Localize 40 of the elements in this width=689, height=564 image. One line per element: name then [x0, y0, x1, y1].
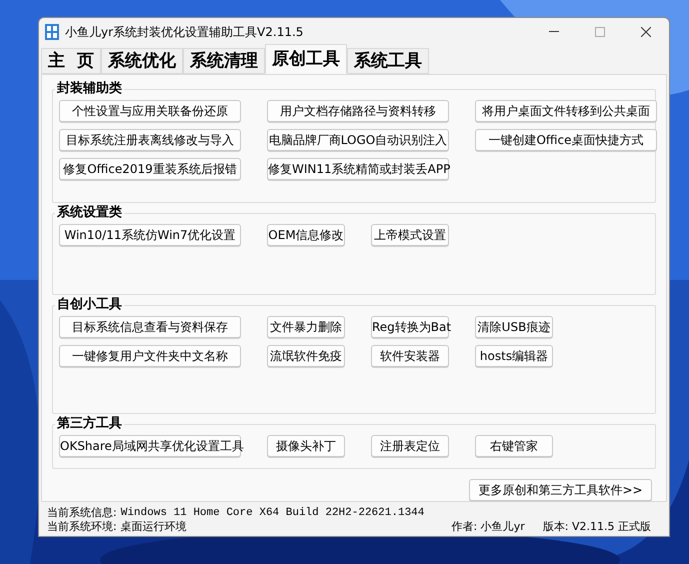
- tab[interactable]: 原创工具: [264, 44, 347, 74]
- close-icon: [641, 27, 651, 37]
- tool-button[interactable]: Reg转换为Bat: [371, 316, 449, 338]
- tool-button[interactable]: 目标系统注册表离线修改与导入: [59, 129, 241, 151]
- status-value: Windows 11 Home Core X64 Build 22H2-22621.1344: [120, 506, 424, 520]
- tab[interactable]: 系统优化: [100, 48, 183, 74]
- tool-button[interactable]: 文件暴力删除: [267, 316, 345, 338]
- tool-button[interactable]: 一键创建Office桌面快捷方式: [475, 129, 657, 151]
- status-value: 桌面运行环境: [120, 520, 187, 534]
- tool-button[interactable]: 软件安装器: [371, 345, 449, 368]
- tool-button[interactable]: OEM信息修改: [267, 224, 345, 246]
- tool-button[interactable]: 用户文档存储路径与资料转移: [267, 100, 449, 122]
- tool-button[interactable]: 右键管家: [475, 435, 553, 458]
- tool-button[interactable]: 个性设置与应用关联备份还原: [59, 100, 241, 122]
- tool-button[interactable]: 目标系统信息查看与资料保存: [59, 316, 241, 338]
- tool-button[interactable]: 上帝模式设置: [371, 224, 449, 246]
- tool-button[interactable]: 电脑品牌厂商LOGO自动识别注入: [267, 129, 449, 151]
- tool-button[interactable]: 清除USB痕迹: [475, 316, 553, 338]
- tool-button[interactable]: 注册表定位: [371, 435, 449, 458]
- tool-button[interactable]: 一键修复用户文件夹中文名称: [59, 345, 241, 368]
- status-label: 当前系统信息:: [47, 506, 117, 520]
- tab[interactable]: 系统工具: [346, 48, 429, 74]
- tab[interactable]: 系统清理: [182, 48, 265, 74]
- tool-button[interactable]: 将用户桌面文件转移到公共桌面: [475, 100, 657, 122]
- tool-button[interactable]: 摄像头补丁: [267, 435, 345, 458]
- app-logo-icon: [45, 24, 59, 40]
- tool-button[interactable]: 修复Office2019重装系统后报错: [59, 158, 241, 180]
- author-text: 作者: 小鱼儿yr: [452, 520, 525, 534]
- maximize-icon: [595, 27, 605, 37]
- window-title: 小鱼儿yr系统封装优化设置辅助工具V2.11.5: [65, 24, 304, 41]
- more-tools-button[interactable]: 更多原创和第三方工具软件>>: [469, 479, 652, 501]
- status-label: 当前系统环境:: [47, 520, 117, 534]
- tool-button[interactable]: 修复WIN11系统精简或封装丢APP: [267, 158, 449, 180]
- tool-button[interactable]: Win10/11系统仿Win7优化设置: [59, 224, 241, 246]
- tool-button[interactable]: OKShare局域网共享优化设置工具: [59, 435, 241, 458]
- tool-button[interactable]: hosts编辑器: [475, 345, 553, 368]
- tool-button[interactable]: 流氓软件免疫: [267, 345, 345, 368]
- tab[interactable]: 主 页: [41, 48, 101, 74]
- minimize-icon: [549, 31, 559, 33]
- version-text: 版本: V2.11.5 正式版: [542, 520, 651, 534]
